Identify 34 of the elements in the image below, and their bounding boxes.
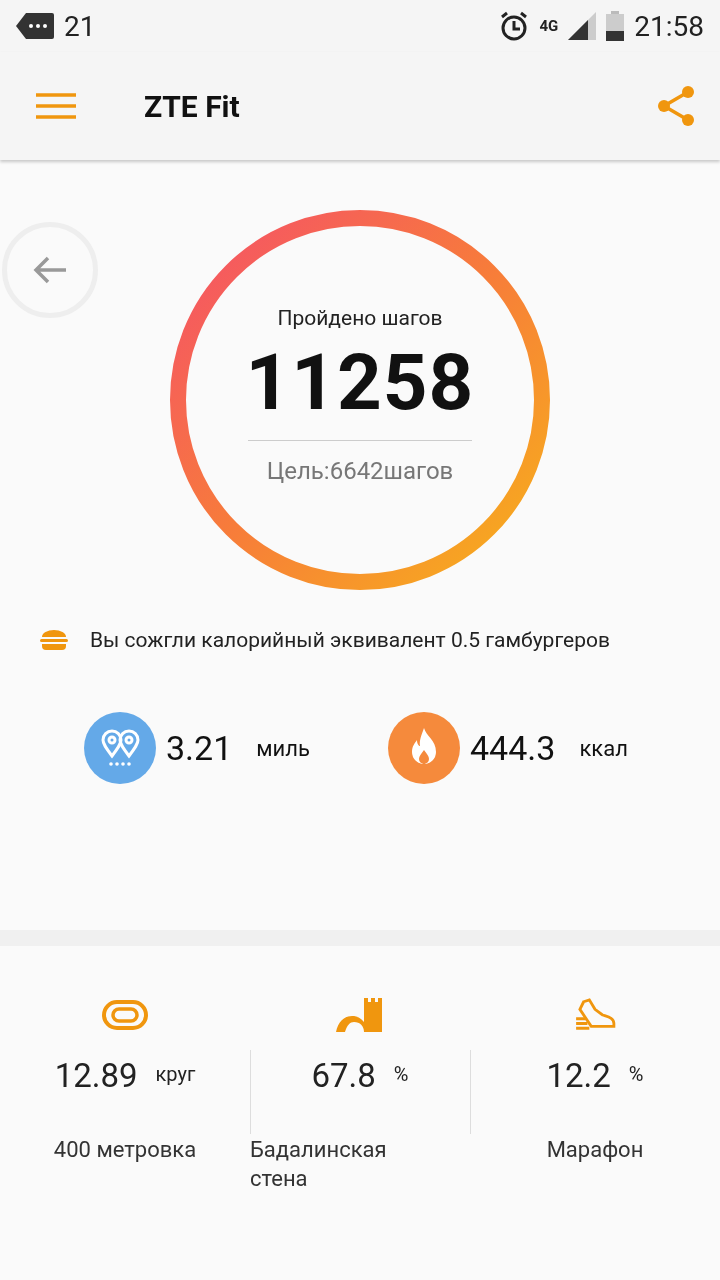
clock-time: 21:58 — [634, 9, 704, 43]
achievement-unit: % — [628, 1061, 644, 1086]
achievement-value: 12.2 — [546, 1056, 611, 1095]
signal-icon — [568, 12, 597, 40]
stat-value: 444.3 — [470, 728, 556, 768]
notification-count: 21 — [64, 9, 96, 43]
back-arrow-icon — [32, 255, 68, 285]
achievement-value: 67.8 — [311, 1056, 376, 1095]
achievement-label: Марафон — [546, 1136, 644, 1164]
menu-icon[interactable] — [36, 93, 76, 119]
achievement-unit: % — [393, 1061, 409, 1086]
wall-icon — [336, 998, 384, 1032]
app-title: ZTE Fit — [144, 88, 241, 124]
network-type: 4G — [539, 18, 559, 34]
message-icon — [16, 13, 54, 39]
stat-value: 3.21 — [166, 728, 233, 768]
steps-count: 11258 — [245, 340, 475, 426]
flame-icon — [388, 712, 460, 784]
achievement-label: Бадалинская стена — [250, 1136, 388, 1193]
burger-icon — [40, 629, 68, 651]
achievement-unit: круг — [155, 1061, 196, 1086]
share-icon[interactable] — [656, 85, 696, 127]
achievement-value: 12.89 — [54, 1056, 138, 1095]
alarm-icon — [499, 11, 530, 41]
achievement-label: 400 метровка — [53, 1136, 197, 1164]
burger-equivalent-text: Вы сожгли калорийный эквивалент 0.5 гамбургеров — [90, 628, 610, 652]
shoe-icon — [573, 998, 617, 1032]
track-icon — [102, 998, 148, 1032]
stat-unit: миль — [256, 735, 310, 761]
steps-label: Пройдено шагов — [277, 306, 443, 330]
battery-icon — [606, 11, 625, 41]
steps-goal: Цель:6642шагов — [266, 456, 454, 485]
location-pins-icon — [84, 712, 156, 784]
stat-unit: ккал — [579, 735, 628, 761]
